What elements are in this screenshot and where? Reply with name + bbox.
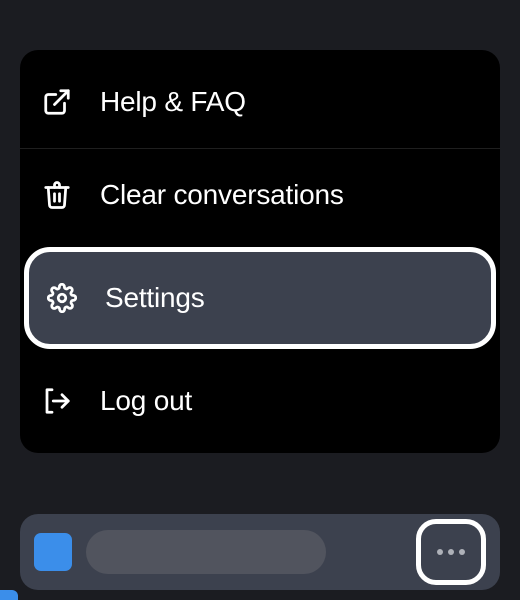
avatar[interactable]: [34, 533, 72, 571]
menu-panel: Help & FAQ Clear conversations Settings: [20, 50, 500, 453]
menu-item-help-faq[interactable]: Help & FAQ: [20, 56, 500, 148]
more-button[interactable]: [416, 519, 486, 585]
menu-item-clear-conversations[interactable]: Clear conversations: [20, 148, 500, 241]
menu-item-label: Log out: [100, 385, 192, 417]
menu-item-label: Settings: [105, 282, 205, 314]
more-icon: [437, 549, 465, 555]
menu-item-settings[interactable]: Settings: [24, 247, 496, 349]
bottom-bar: [20, 514, 500, 590]
decorative-corner: [0, 590, 18, 600]
menu-item-log-out[interactable]: Log out: [20, 355, 500, 447]
username-pill[interactable]: [86, 530, 326, 574]
menu-item-label: Help & FAQ: [100, 86, 246, 118]
logout-icon: [42, 386, 72, 416]
trash-icon: [42, 180, 72, 210]
menu-item-label: Clear conversations: [100, 179, 344, 211]
external-link-icon: [42, 87, 72, 117]
gear-icon: [47, 283, 77, 313]
